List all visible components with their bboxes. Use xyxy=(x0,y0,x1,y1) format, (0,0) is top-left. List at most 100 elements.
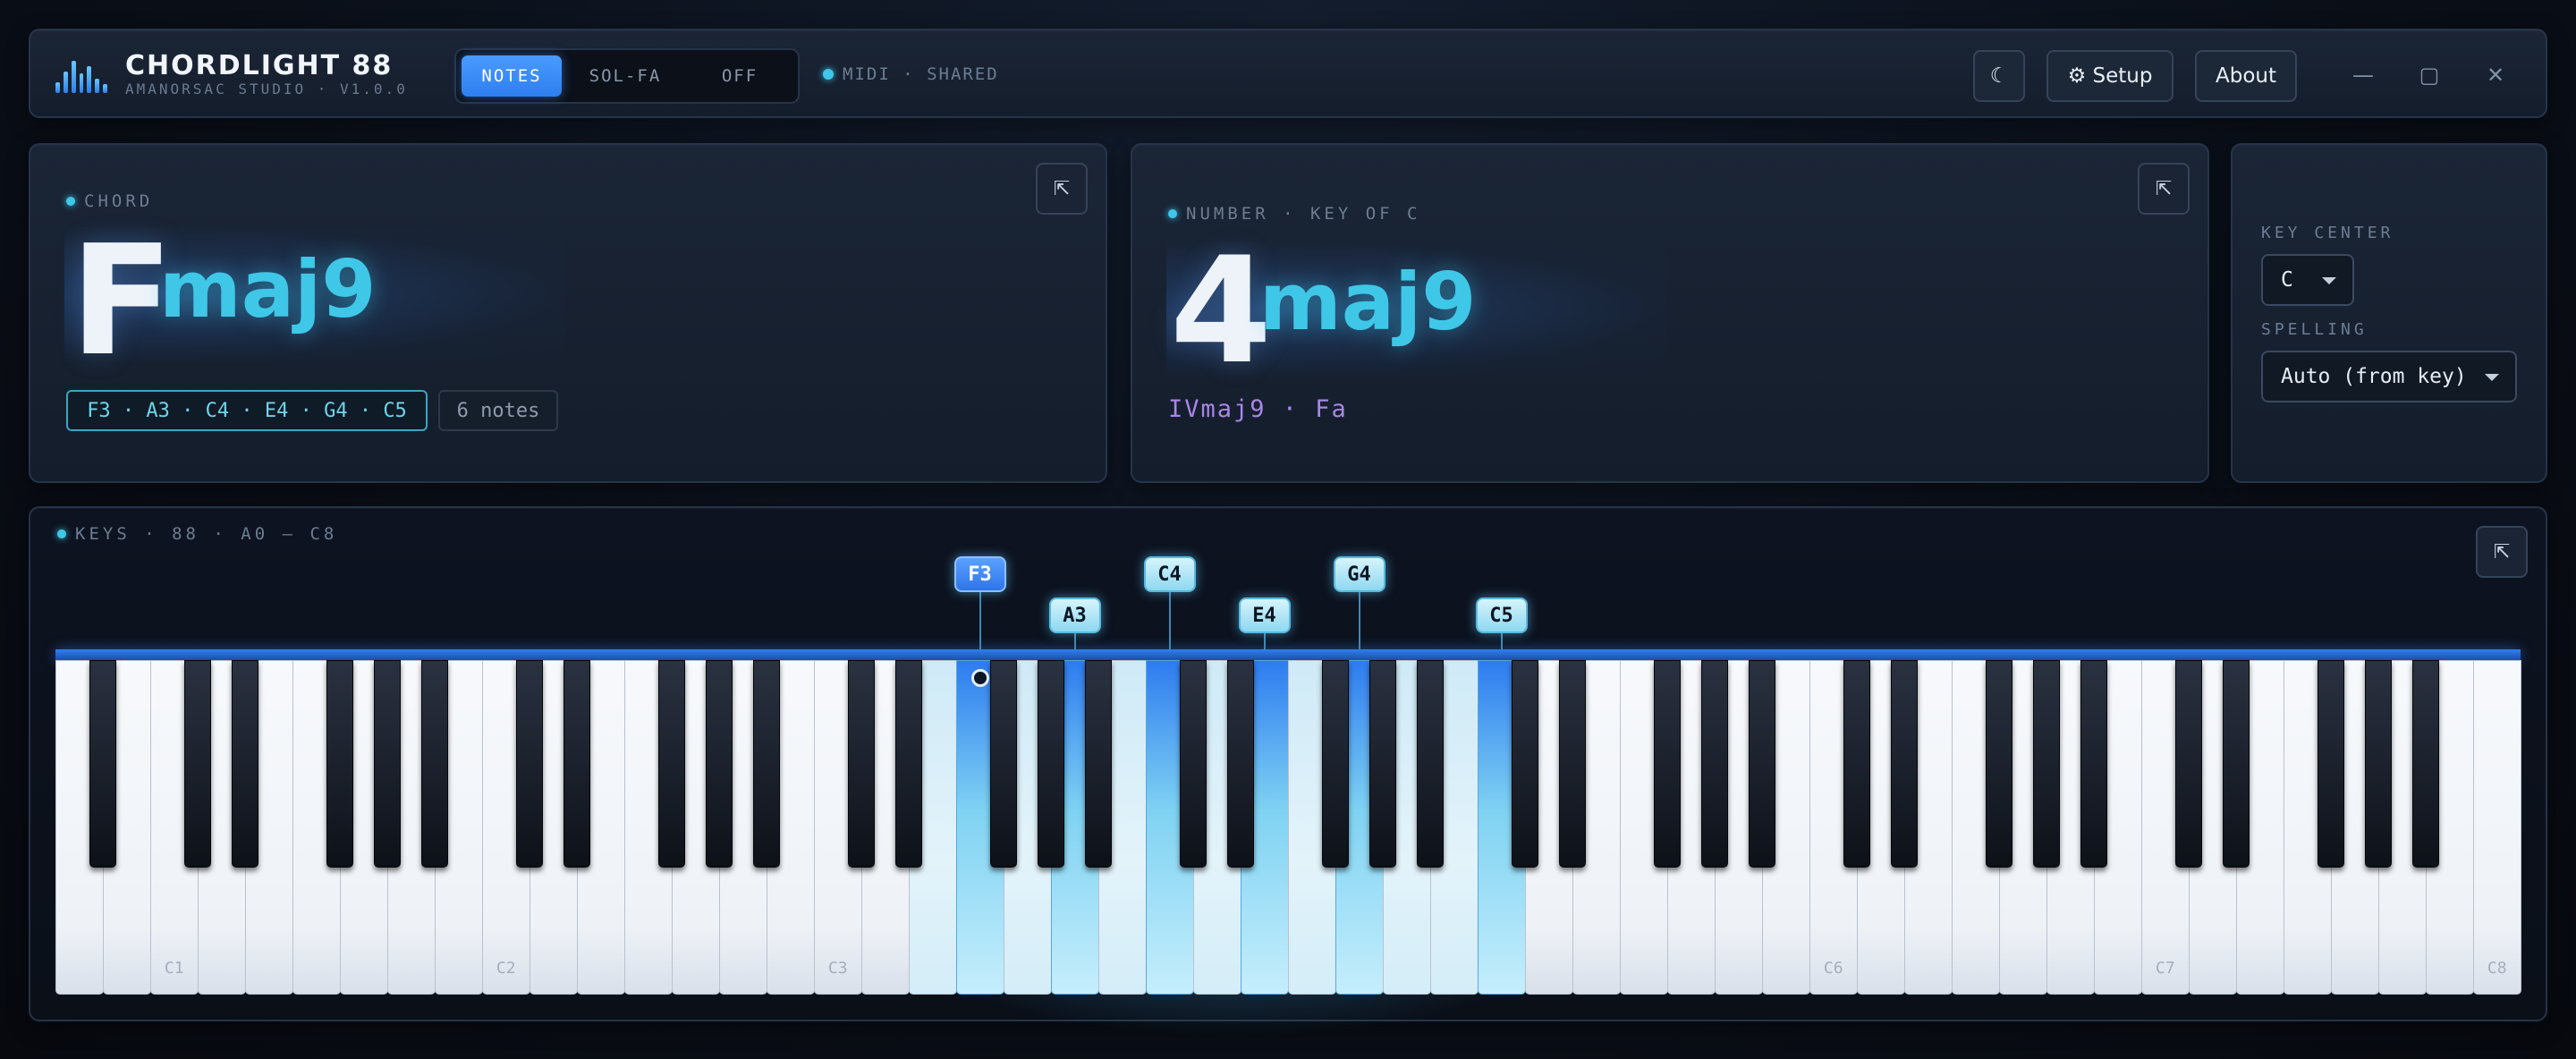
midi-status: MIDI · SHARED xyxy=(823,64,999,84)
mode-solfa-button[interactable]: SOL-FA xyxy=(567,55,683,97)
maximize-icon[interactable]: ▢ xyxy=(2411,57,2447,93)
expand-icon: ⇱ xyxy=(2493,540,2511,563)
black-key-cs5[interactable] xyxy=(1512,660,1538,868)
black-key-fs2[interactable] xyxy=(658,660,685,868)
black-key-as6[interactable] xyxy=(2080,660,2107,868)
black-key-ds3[interactable] xyxy=(895,660,922,868)
app-subtitle: AMANORSAC STUDIO · V1.0.0 xyxy=(125,80,408,97)
chevron-down-icon xyxy=(2322,277,2336,284)
mode-off-button[interactable]: OFF xyxy=(691,55,789,97)
black-key-gs6[interactable] xyxy=(2033,660,2060,868)
black-key-fs1[interactable] xyxy=(326,660,353,868)
status-dot-icon xyxy=(1168,209,1177,218)
black-key-gs7[interactable] xyxy=(2365,660,2392,868)
close-icon[interactable]: ✕ xyxy=(2478,57,2513,93)
title-bar: CHORDLIGHT 88 AMANORSAC STUDIO · V1.0.0 … xyxy=(29,29,2547,118)
black-key-cs2[interactable] xyxy=(516,660,543,868)
key-settings-panel: KEY CENTER C SPELLING Auto (from key) xyxy=(2231,143,2547,483)
status-dot-icon xyxy=(57,530,66,538)
mode-toggle: NOTES SOL-FA OFF xyxy=(454,48,800,104)
black-key-as2[interactable] xyxy=(753,660,780,868)
octave-label: C2 xyxy=(496,959,516,978)
octave-label: C6 xyxy=(1823,959,1843,978)
expand-chord-button[interactable]: ⇱ xyxy=(1036,163,1088,215)
spelling-label: SPELLING xyxy=(2261,320,2368,339)
black-key-cs6[interactable] xyxy=(1843,660,1870,868)
number-label: NUMBER · KEY OF C xyxy=(1168,204,1420,224)
about-button[interactable]: About xyxy=(2195,50,2297,102)
black-key-cs1[interactable] xyxy=(184,660,211,868)
black-key-gs5[interactable] xyxy=(1701,660,1728,868)
octave-label: C1 xyxy=(164,959,184,978)
black-key-as3[interactable] xyxy=(1085,660,1112,868)
chord-panel: CHORD ⇱ F maj9 F3 · A3 · C4 · E4 · G4 · … xyxy=(29,143,1107,483)
number-quality: maj9 xyxy=(1259,256,1477,348)
key-highlight-bar xyxy=(55,649,2521,660)
black-key-gs1[interactable] xyxy=(374,660,401,868)
chord-root: F xyxy=(70,213,174,390)
expand-number-button[interactable]: ⇱ xyxy=(2138,163,2190,215)
notes-count-badge: 6 notes xyxy=(438,390,558,431)
note-tag-connector xyxy=(1263,633,1266,649)
app-title: CHORDLIGHT 88 xyxy=(125,50,394,81)
moon-icon: ☾ xyxy=(1989,64,2009,88)
octave-label: C3 xyxy=(827,959,848,978)
black-key-fs4[interactable] xyxy=(1322,660,1349,868)
key-center-value: C xyxy=(2281,268,2293,292)
number-degree: 4 xyxy=(1170,225,1273,396)
black-key-ds7[interactable] xyxy=(2223,660,2250,868)
black-key-as1[interactable] xyxy=(421,660,448,868)
black-key-ds1[interactable] xyxy=(232,660,258,868)
black-key-as5[interactable] xyxy=(1749,660,1775,868)
note-tag-connector xyxy=(1500,633,1503,649)
expand-keys-button[interactable]: ⇱ xyxy=(2476,526,2528,578)
black-key-gs4[interactable] xyxy=(1369,660,1396,868)
black-key-cs3[interactable] xyxy=(848,660,875,868)
black-key-gs2[interactable] xyxy=(706,660,733,868)
black-key-fs6[interactable] xyxy=(1986,660,2012,868)
black-key-ds2[interactable] xyxy=(564,660,590,868)
spelling-value: Auto (from key) xyxy=(2281,365,2467,388)
black-key-fs3[interactable] xyxy=(990,660,1017,868)
black-key-fs5[interactable] xyxy=(1654,660,1681,868)
spelling-select[interactable]: Auto (from key) xyxy=(2261,351,2517,402)
black-key-ds6[interactable] xyxy=(1891,660,1918,868)
chord-label-text: CHORD xyxy=(84,191,154,211)
black-key-ds4[interactable] xyxy=(1227,660,1254,868)
octave-label: C7 xyxy=(2155,959,2175,978)
number-panel: NUMBER · KEY OF C ⇱ 4 maj9 IVmaj9 · Fa xyxy=(1131,143,2209,483)
setup-button[interactable]: ⚙ Setup xyxy=(2046,50,2174,102)
chevron-down-icon xyxy=(2485,374,2499,381)
number-label-text: NUMBER · KEY OF C xyxy=(1186,204,1421,224)
note-tag-c5: C5 xyxy=(1475,597,1528,633)
piano-keyboard: C1 C2 C3 C6 C7 C8 xyxy=(55,649,2521,995)
black-key-cs7[interactable] xyxy=(2175,660,2202,868)
black-key-ds5[interactable] xyxy=(1559,660,1586,868)
note-tag-e4: E4 xyxy=(1238,597,1291,633)
black-key-as4[interactable] xyxy=(1417,660,1444,868)
note-tag-g4: G4 xyxy=(1333,556,1385,592)
note-tag-connector xyxy=(1168,592,1171,649)
status-dot-icon xyxy=(66,197,75,206)
black-key-as0[interactable] xyxy=(89,660,116,868)
black-key-as7[interactable] xyxy=(2412,660,2439,868)
chord-notes-chip: F3 · A3 · C4 · E4 · G4 · C5 xyxy=(66,390,428,431)
white-key-c8[interactable]: C8 xyxy=(2473,660,2521,995)
midi-status-text: MIDI · SHARED xyxy=(843,64,999,84)
theme-toggle-button[interactable]: ☾ xyxy=(1973,50,2025,102)
octave-label: C8 xyxy=(2487,959,2507,978)
note-tag-a3: A3 xyxy=(1048,597,1101,633)
mode-notes-button[interactable]: NOTES xyxy=(462,55,562,97)
key-center-label: KEY CENTER xyxy=(2261,224,2394,242)
key-center-select[interactable]: C xyxy=(2261,254,2354,306)
black-key-fs7[interactable] xyxy=(2318,660,2344,868)
note-tag-connector xyxy=(1358,592,1360,649)
note-tag-f3: F3 xyxy=(953,556,1006,592)
chord-label: CHORD xyxy=(66,191,153,211)
note-tag-connector xyxy=(1073,633,1076,649)
black-key-gs3[interactable] xyxy=(1038,660,1064,868)
minimize-icon[interactable]: — xyxy=(2345,57,2381,93)
equalizer-logo-icon xyxy=(55,59,108,93)
status-dot-icon xyxy=(823,69,834,80)
black-key-cs4[interactable] xyxy=(1180,660,1207,868)
